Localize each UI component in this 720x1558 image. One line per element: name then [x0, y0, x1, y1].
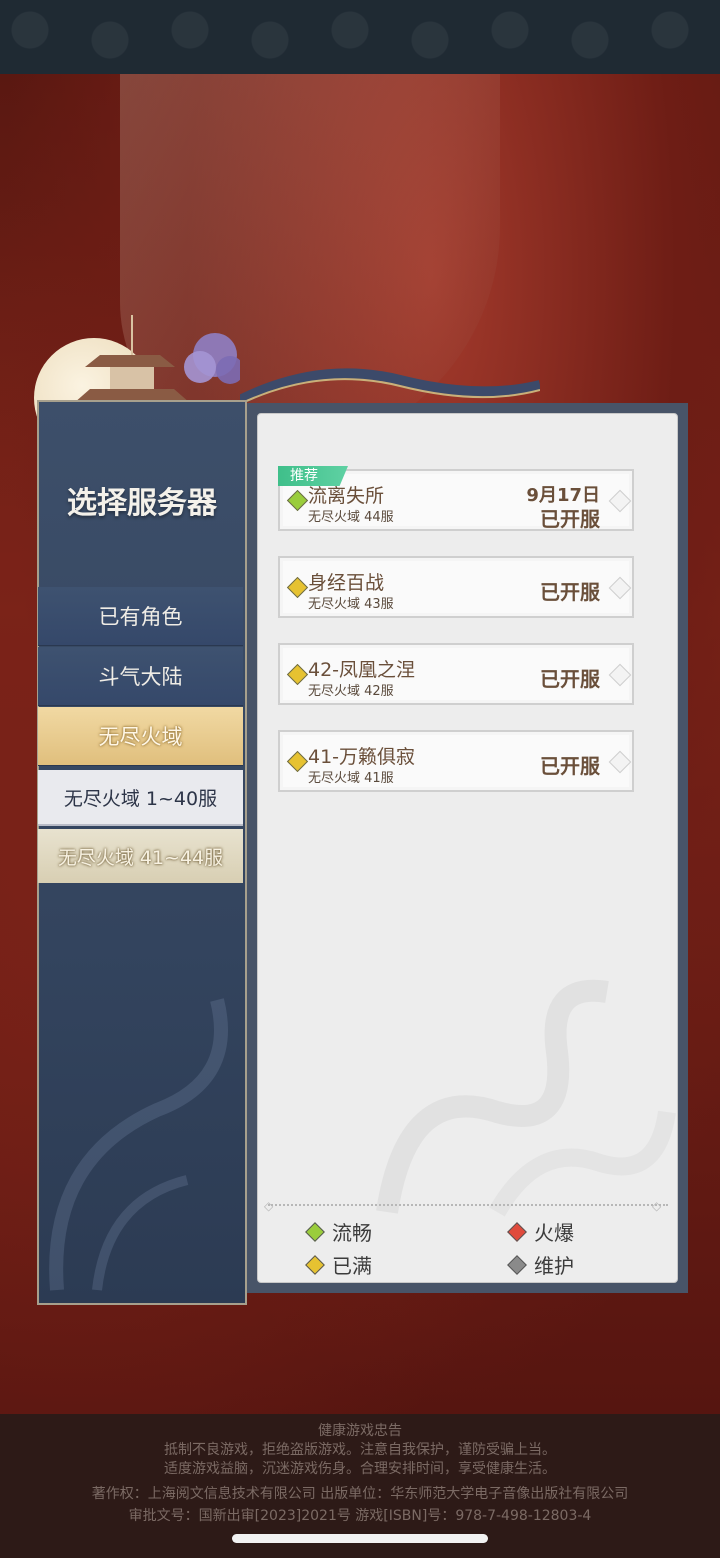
- footer-line: 抵制不良游戏，拒绝盗版游戏。注意自我保护，谨防受骗上当。: [164, 1442, 556, 1458]
- status-diamond-icon: [286, 576, 309, 599]
- server-status: 已开服: [540, 507, 600, 531]
- legend-label: 维护: [534, 1254, 574, 1278]
- legend-smooth: 流畅: [305, 1217, 372, 1246]
- top-decor-bar: [0, 0, 720, 74]
- server-card[interactable]: 42-凤凰之涅 无尽火域 42服 已开服: [278, 643, 634, 705]
- nav-item-wujin-huoyu[interactable]: 无尽火域: [38, 707, 243, 766]
- panel-title: 选择服务器: [67, 486, 217, 521]
- sub-item-servers-41-44[interactable]: 无尽火域 41~44服: [38, 829, 243, 883]
- server-status: 已开服: [540, 667, 600, 691]
- divider-end-icon: ◇: [652, 1199, 662, 1213]
- green-diamond-icon: [305, 1221, 325, 1242]
- legend-full: 已满: [305, 1250, 372, 1279]
- red-diamond-icon: [507, 1221, 527, 1242]
- server-name: 身经百战: [308, 572, 385, 594]
- nav-item-douqi-dalu[interactable]: 斗气大陆: [38, 647, 243, 706]
- nav-item-existing-roles[interactable]: 已有角色: [38, 587, 243, 646]
- legend-label: 火爆: [534, 1221, 574, 1245]
- diamond-arrow-icon: [608, 750, 632, 774]
- footer-line: 审批文号：国新出审[2023]2021号 游戏[ISBN]号：978-7-498…: [128, 1508, 592, 1524]
- legend-maintenance: 维护: [507, 1250, 574, 1279]
- recommend-tag: 推荐: [278, 466, 348, 486]
- left-swirl-decoration: [49, 998, 228, 1291]
- footer-line: 适度游戏益脑，沉迷游戏伤身。合理安排时间，享受健康生活。: [164, 1461, 556, 1477]
- server-card[interactable]: 41-万籁俱寂 无尽火域 41服 已开服: [278, 730, 634, 792]
- server-sub: 无尽火域 42服: [308, 684, 394, 699]
- status-diamond-icon: [286, 750, 309, 773]
- diamond-arrow-icon: [608, 489, 632, 513]
- server-list-panel: [247, 403, 688, 1293]
- server-sub: 无尽火域 44服: [308, 510, 394, 525]
- server-card[interactable]: 身经百战 无尽火域 43服 已开服: [278, 556, 634, 618]
- legend-label: 流畅: [332, 1221, 372, 1245]
- server-name: 41-万籁俱寂: [308, 746, 416, 768]
- status-diamond-icon: [286, 489, 309, 512]
- footer-line: 健康游戏忠告: [318, 1423, 402, 1439]
- legend-divider: [268, 1204, 668, 1208]
- home-indicator[interactable]: [232, 1534, 488, 1543]
- server-sub: 无尽火域 41服: [308, 771, 394, 786]
- server-status: 已开服: [540, 580, 600, 604]
- footer-line: 著作权：上海阅文信息技术有限公司 出版单位：华东师范大学电子音像出版社有限公司: [91, 1486, 629, 1502]
- legend-busy: 火爆: [507, 1217, 574, 1246]
- diamond-arrow-icon: [608, 663, 632, 687]
- yellow-diamond-icon: [305, 1254, 325, 1275]
- legend-label: 已满: [332, 1254, 372, 1278]
- divider-end-icon: ◇: [264, 1199, 274, 1213]
- server-sub: 无尽火域 43服: [308, 597, 394, 612]
- server-list-inner: [257, 413, 678, 1283]
- status-diamond-icon: [286, 663, 309, 686]
- server-status: 已开服: [540, 754, 600, 778]
- gray-diamond-icon: [507, 1254, 527, 1275]
- cloud-decoration: [376, 979, 676, 1217]
- server-name: 42-凤凰之涅: [308, 659, 416, 681]
- sub-item-servers-1-40[interactable]: 无尽火域 1~40服: [38, 770, 243, 826]
- diamond-arrow-icon: [608, 576, 632, 600]
